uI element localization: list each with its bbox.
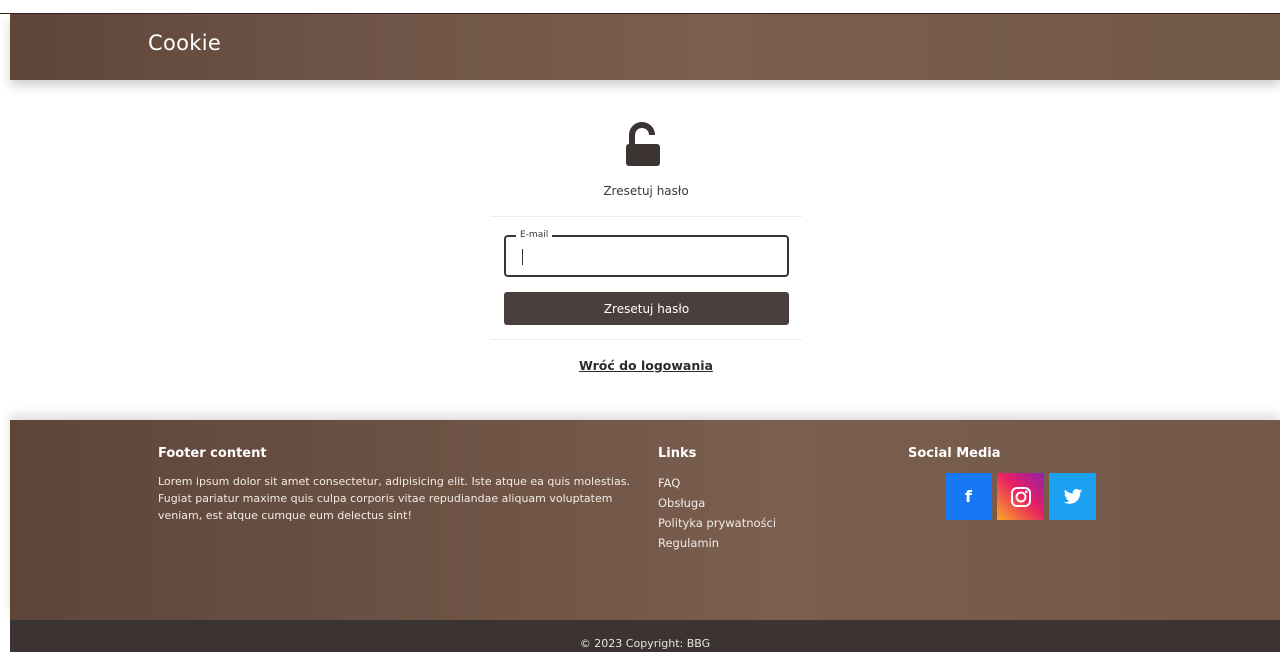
- page-title: Zresetuj hasło: [603, 184, 689, 198]
- footer-links-list: FAQ Obsługa Polityka prywatności Regulam…: [658, 473, 858, 553]
- footer-content-text: Lorem ipsum dolor sit amet consectetur, …: [158, 475, 630, 522]
- brand-logo[interactable]: Cookie: [148, 31, 221, 55]
- back-to-login-link[interactable]: Wróć do logowania: [490, 358, 802, 373]
- email-input[interactable]: [514, 247, 776, 269]
- divider: [490, 339, 802, 340]
- footer-social-section: Social Media f: [908, 446, 1128, 520]
- instagram-icon[interactable]: [997, 473, 1044, 520]
- email-label: E-mail: [516, 229, 553, 241]
- footer-link-terms[interactable]: Regulamin: [658, 533, 858, 553]
- footer-link-faq[interactable]: FAQ: [658, 473, 858, 493]
- footer-links-title: Links: [658, 446, 697, 461]
- footer-social-title: Social Media: [908, 446, 1001, 461]
- email-field[interactable]: E-mail: [504, 229, 789, 277]
- twitter-icon[interactable]: [1049, 473, 1096, 520]
- top-border: [0, 0, 1280, 14]
- copyright-bar: © 2023 Copyright: BBG: [10, 620, 1280, 652]
- footer-link-support[interactable]: Obsługa: [658, 493, 858, 513]
- footer-content-section: Footer content Lorem ipsum dolor sit ame…: [158, 446, 638, 524]
- footer: Footer content Lorem ipsum dolor sit ame…: [10, 420, 1280, 620]
- footer-content-title: Footer content: [158, 446, 267, 461]
- footer-links-section: Links FAQ Obsługa Polityka prywatności R…: [658, 446, 858, 553]
- social-buttons: f: [945, 473, 1128, 520]
- reset-password-button[interactable]: Zresetuj hasło: [504, 292, 789, 325]
- facebook-icon[interactable]: f: [945, 473, 992, 520]
- footer-link-privacy[interactable]: Polityka prywatności: [658, 513, 858, 533]
- divider: [490, 216, 802, 217]
- navbar: Cookie: [10, 14, 1280, 80]
- unlock-icon: [623, 122, 663, 168]
